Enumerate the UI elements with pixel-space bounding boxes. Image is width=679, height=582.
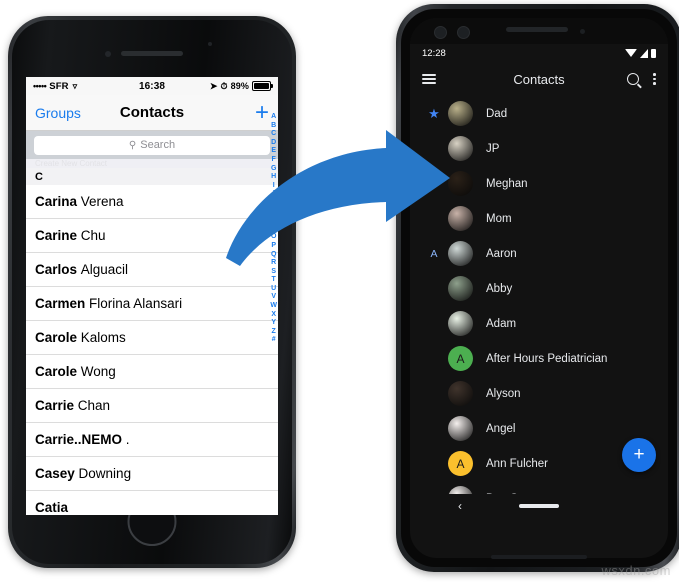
earpiece-speaker-icon xyxy=(506,27,568,32)
bottom-chin-speaker-icon xyxy=(491,555,587,559)
location-arrow-icon: ➤ xyxy=(209,80,218,91)
android-status-bar: 12:28 xyxy=(410,44,668,62)
ios-status-bar: ••••• SFR ▿ 16:38 ➤ ⏱ 89% xyxy=(26,77,278,95)
contact-last-name: Alguacil xyxy=(77,262,129,277)
contact-row[interactable]: Carole Kaloms xyxy=(26,321,278,355)
contact-name: Alyson xyxy=(486,387,521,400)
contact-name: After Hours Pediatrician xyxy=(486,352,608,365)
front-camera-icon xyxy=(434,26,447,39)
contact-first-name: Carmen xyxy=(35,296,86,311)
screenshot-canvas: ••••• SFR ▿ 16:38 ➤ ⏱ 89% Groups Contact… xyxy=(0,0,679,582)
contact-first-name: Carrie..NEMO xyxy=(35,432,123,447)
add-contact-button[interactable]: + xyxy=(255,100,269,125)
front-camera-icon xyxy=(105,51,111,57)
contact-name: Angel xyxy=(486,422,516,435)
avatar xyxy=(448,381,473,406)
contact-name: Dad xyxy=(486,107,508,120)
contact-name: Mom xyxy=(486,212,512,225)
sensor-dot-icon xyxy=(580,29,585,34)
android-nav-bar: ‹ xyxy=(410,494,668,518)
clock-label: 12:28 xyxy=(422,47,446,59)
contact-first-name: Carole xyxy=(35,364,78,379)
proximity-sensor-icon xyxy=(208,42,212,46)
contact-first-name: Casey xyxy=(35,466,75,481)
contact-last-name: . xyxy=(122,432,130,447)
contact-last-name: Verena xyxy=(77,194,124,209)
index-letter[interactable]: Y xyxy=(271,319,276,328)
contact-name: JP xyxy=(486,142,500,155)
iphone-device: ••••• SFR ▿ 16:38 ➤ ⏱ 89% Groups Contact… xyxy=(8,16,296,568)
migration-arrow xyxy=(218,126,468,286)
android-notch-area xyxy=(410,18,668,44)
battery-icon xyxy=(252,81,273,91)
index-letter[interactable]: Z xyxy=(272,328,276,337)
contact-last-name: Downing xyxy=(74,466,132,481)
avatar xyxy=(448,311,473,336)
status-right-cluster: ➤ ⏱ 89% xyxy=(209,80,273,92)
contact-name: Abby xyxy=(486,282,513,295)
page-title: Contacts xyxy=(119,104,185,121)
contact-name: Ann Fulcher xyxy=(486,457,549,470)
contact-row[interactable]: Carole Wong xyxy=(26,355,278,389)
contact-last-name: Florina Alansari xyxy=(85,296,183,311)
contact-name: Meghan xyxy=(486,177,528,190)
contact-row[interactable]: BBee Caves xyxy=(410,481,668,494)
index-letter[interactable]: # xyxy=(272,336,276,345)
contact-row[interactable]: Carrie..NEMO . xyxy=(26,423,278,457)
avatar xyxy=(448,486,473,494)
contact-name: Adam xyxy=(486,317,517,330)
contact-first-name: Carine xyxy=(35,228,78,243)
contact-first-name: Catia xyxy=(35,500,69,515)
favorite-star-icon: ★ xyxy=(428,105,440,121)
search-placeholder: Search xyxy=(140,139,176,151)
index-letter[interactable]: X xyxy=(271,311,276,320)
more-vert-icon[interactable] xyxy=(653,73,656,85)
contact-first-name: Carole xyxy=(35,330,78,345)
contact-last-name: Chan xyxy=(74,398,111,413)
earpiece-speaker-icon xyxy=(121,51,183,56)
contact-first-name: Carrie xyxy=(35,398,75,413)
add-contact-fab[interactable]: + xyxy=(622,438,656,472)
avatar xyxy=(448,416,473,441)
android-device: 12:28 Contacts ★ Dad JP Meghan Mom A Aar… xyxy=(396,4,679,572)
contact-last-name: Wong xyxy=(77,364,116,379)
android-bezel: 12:28 Contacts ★ Dad JP Meghan Mom A Aar… xyxy=(401,9,677,567)
contact-row[interactable]: Alyson xyxy=(410,376,668,411)
cell-signal-icon xyxy=(640,48,648,58)
contact-row[interactable]: Adam xyxy=(410,306,668,341)
index-letter[interactable]: W xyxy=(270,302,277,311)
contact-name: Aaron xyxy=(486,247,517,260)
index-letter[interactable]: A xyxy=(271,113,276,122)
avatar xyxy=(448,101,473,126)
contact-last-name: Kaloms xyxy=(77,330,126,345)
wifi-icon xyxy=(625,49,637,57)
contact-row[interactable]: Carmen Florina Alansari xyxy=(26,287,278,321)
contact-row[interactable]: Carrie Chan xyxy=(26,389,278,423)
battery-percent-label: 89% xyxy=(230,81,249,91)
search-icon[interactable] xyxy=(627,73,640,85)
contact-row[interactable]: Casey Downing xyxy=(26,457,278,491)
iphone-bezel: ••••• SFR ▿ 16:38 ➤ ⏱ 89% Groups Contact… xyxy=(12,20,292,564)
avatar: A xyxy=(448,346,473,371)
contact-row[interactable]: Catia xyxy=(26,491,278,515)
avatar: A xyxy=(448,451,473,476)
index-letter[interactable]: U xyxy=(271,285,276,294)
back-chevron-icon[interactable]: ‹ xyxy=(458,499,462,513)
contact-first-name: Carlos xyxy=(35,262,78,277)
status-right-cluster xyxy=(625,48,656,58)
android-app-bar: Contacts xyxy=(410,62,668,96)
contact-last-name: Chu xyxy=(77,228,106,243)
battery-icon xyxy=(651,48,656,58)
search-icon: ⚲ xyxy=(128,139,137,151)
contact-row[interactable]: A After Hours Pediatrician xyxy=(410,341,668,376)
index-letter[interactable]: V xyxy=(271,293,276,302)
app-bar-actions xyxy=(627,73,656,85)
alarm-icon: ⏱ xyxy=(220,80,228,91)
contact-first-name: Carina xyxy=(35,194,78,209)
android-screen: 12:28 Contacts ★ Dad JP Meghan Mom A Aar… xyxy=(410,18,668,558)
front-camera-secondary-icon xyxy=(457,26,470,39)
home-pill[interactable] xyxy=(519,504,559,508)
watermark: wsxdn.com xyxy=(601,563,671,578)
